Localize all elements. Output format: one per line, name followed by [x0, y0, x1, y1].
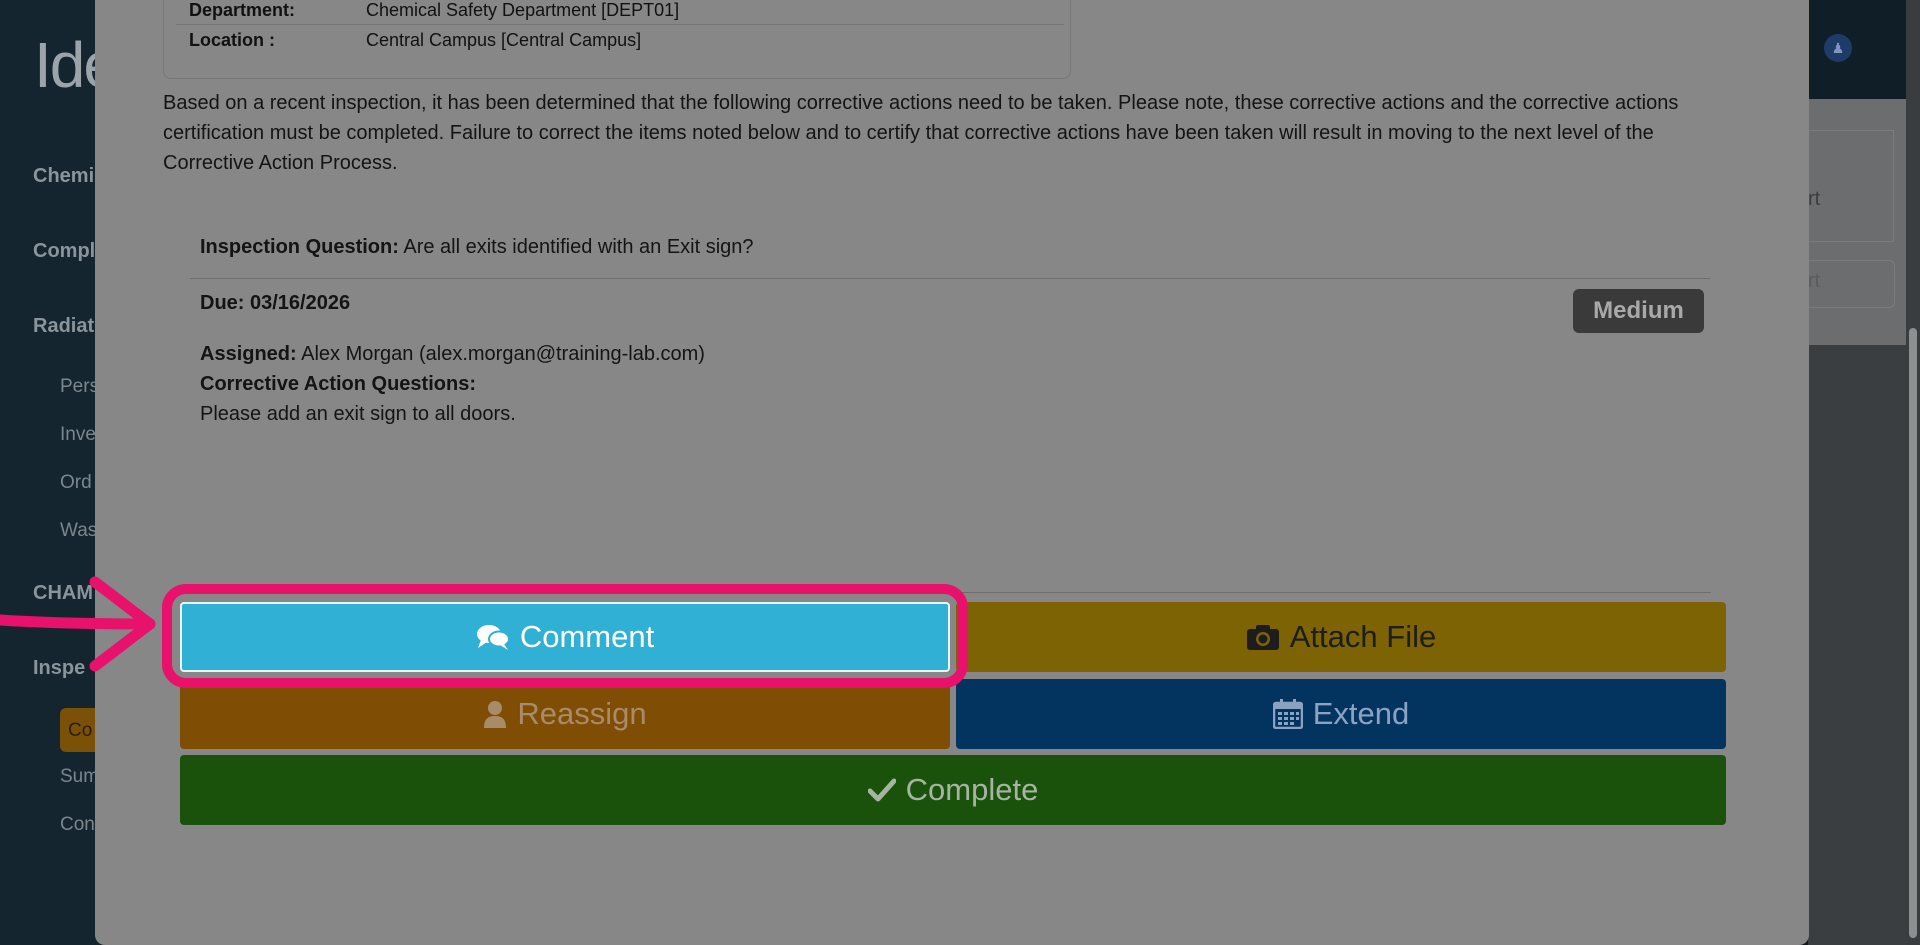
sidebar-subitem-3[interactable]: Ord — [60, 472, 92, 494]
app-sidebar: Ide Chemi Compl Radiat Pers Inve Ord Was… — [0, 0, 120, 945]
camera-icon — [1246, 623, 1280, 651]
severity-badge: Medium — [1573, 289, 1704, 333]
complete-button[interactable]: Complete — [180, 755, 1726, 825]
department-label: Department: — [189, 0, 296, 20]
intro-text: Based on a recent inspection, it has bee… — [163, 92, 1679, 174]
sidebar-item-radiation[interactable]: Radiat — [33, 315, 94, 338]
reassign-button-label: Reassign — [517, 696, 647, 731]
assigned-line: Assigned: Alex Morgan (alex.morgan@train… — [200, 343, 705, 366]
sidebar-item-chemicals[interactable]: Chemi — [33, 165, 94, 188]
app-card-panel — [1808, 130, 1894, 242]
info-row-department: Department: Chemical Safety Department [… — [176, 0, 1064, 25]
inspection-question: Inspection Question: Are all exits ident… — [200, 236, 754, 259]
location-label: Location : — [189, 30, 275, 50]
sidebar-subitem-6[interactable]: Con — [60, 814, 95, 836]
attach-file-button-label: Attach File — [1289, 619, 1437, 654]
attach-file-button[interactable]: Attach File — [956, 602, 1726, 672]
scrollbar-thumb[interactable] — [1909, 328, 1917, 938]
location-value: Central Campus [Central Campus] — [366, 30, 642, 50]
sidebar-subitem-2[interactable]: Inve — [60, 424, 96, 446]
question-text: Are all exits identified with an Exit si… — [403, 236, 754, 258]
check-icon — [867, 778, 896, 802]
question-label: Inspection Question: — [200, 236, 399, 258]
comment-highlight-frame — [162, 584, 968, 688]
sidebar-subitem-1[interactable]: Pers — [60, 376, 99, 398]
user-icon — [483, 700, 507, 728]
divider — [190, 278, 1710, 279]
corrective-action-text: Please add an exit sign to all doors. — [200, 403, 516, 425]
location-info-table: Department: Chemical Safety Department [… — [163, 0, 1071, 79]
department-value: Chemical Safety Department [DEPT01] — [366, 0, 680, 20]
sidebar-subitem-4[interactable]: Was — [60, 520, 97, 542]
pointer-arrow-icon — [0, 576, 156, 672]
sidebar-subitem-5[interactable]: Sum — [60, 766, 99, 788]
card-button[interactable] — [1808, 260, 1895, 308]
assigned-label: Assigned: — [200, 343, 297, 365]
avatar[interactable]: ♟ — [1824, 34, 1852, 62]
assigned-value: Alex Morgan (alex.morgan@training-lab.co… — [301, 343, 705, 365]
card-button-text: rt — [1808, 270, 1821, 292]
corrective-questions-label: Corrective Action Questions: — [200, 373, 476, 395]
complete-button-label: Complete — [905, 772, 1039, 807]
due-date: Due: 03/16/2026 — [200, 292, 351, 314]
extend-button[interactable]: Extend — [956, 679, 1726, 749]
extend-button-label: Extend — [1312, 696, 1410, 731]
sidebar-item-compliance[interactable]: Compl — [33, 240, 95, 263]
calendar-icon — [1272, 699, 1303, 729]
reassign-button[interactable]: Reassign — [180, 679, 950, 749]
info-row-location: Location : Central Campus [Central Campu… — [176, 24, 1064, 54]
card-text: rt — [1808, 188, 1821, 210]
